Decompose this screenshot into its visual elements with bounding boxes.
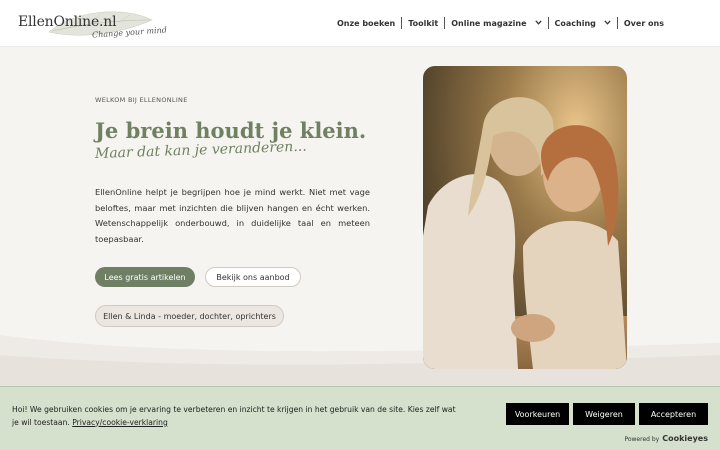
preferences-button[interactable]: Voorkeuren (506, 403, 569, 425)
nav-item-onze-boeken[interactable]: Onze boeken (331, 17, 403, 29)
refuse-button[interactable]: Weigeren (573, 403, 635, 425)
nav-label: Coaching (554, 18, 596, 28)
cookieyes-brand: Cookieyes (662, 434, 708, 443)
hero-headline: Je brein houdt je klein. (95, 118, 367, 143)
nav-label: Over ons (623, 18, 664, 28)
nav-label: Onze boeken (336, 18, 396, 28)
hero-photo (423, 66, 627, 369)
read-free-articles-button[interactable]: Lees gratis artikelen (95, 267, 195, 287)
nav-label: Online magazine (451, 18, 527, 28)
founders-pill[interactable]: Ellen & Linda - moeder, dochter, opricht… (95, 305, 284, 327)
privacy-policy-link[interactable]: Privacy/cookie-verklaring (72, 418, 168, 427)
powered-by-prefix: Powered by (624, 436, 660, 443)
nav-item-toolkit[interactable]: Toolkit (402, 17, 446, 29)
hero-body: EllenOnline helpt je begrijpen hoe je mi… (95, 187, 370, 244)
nav-item-online-magazine[interactable]: Online magazine (445, 17, 549, 29)
view-offer-button[interactable]: Bekijk ons aanbod (205, 267, 301, 287)
chevron-down-icon (534, 19, 542, 27)
nav-item-over-ons[interactable]: Over ons (618, 17, 670, 29)
site-header: EllenOnline.nl Change your mind Onze boe… (0, 0, 720, 47)
hero-photo-image (423, 66, 627, 369)
nav-label: Toolkit (408, 18, 439, 28)
site-logo[interactable]: EllenOnline.nl Change your mind (18, 8, 168, 42)
chevron-down-icon (604, 19, 611, 27)
cookie-text: Hoi! We gebruiken cookies om je ervaring… (12, 404, 462, 429)
nav-item-coaching[interactable]: Coaching (549, 17, 618, 29)
logo-text: EllenOnline.nl (18, 14, 117, 30)
powered-by[interactable]: Powered by Cookieyes (624, 434, 708, 443)
cookie-banner: Hoi! We gebruiken cookies om je ervaring… (0, 386, 720, 450)
accept-button[interactable]: Accepteren (639, 403, 708, 425)
main-nav: Onze boeken Toolkit Online magazine Coac… (331, 17, 670, 29)
hero-eyebrow: WELKOM BIJ ELLENONLINE (95, 96, 188, 104)
